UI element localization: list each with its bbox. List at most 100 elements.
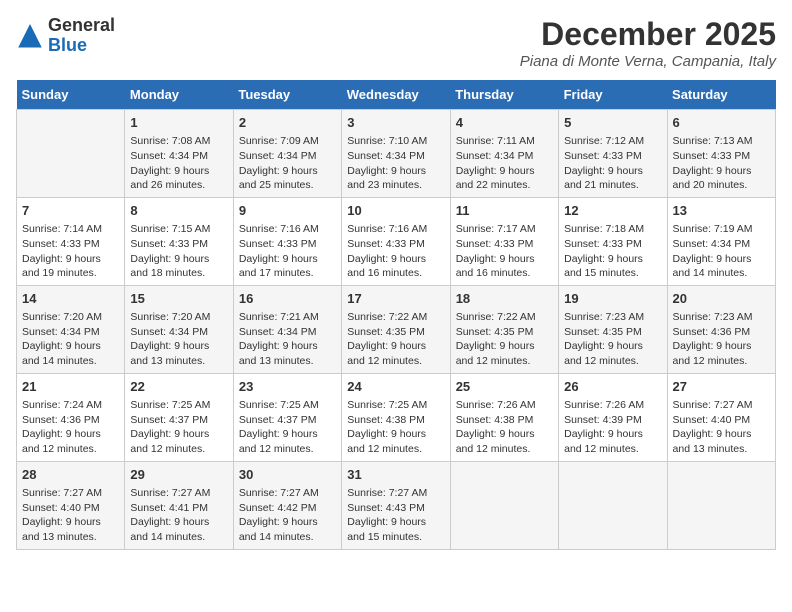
day-info: Sunrise: 7:16 AMSunset: 4:33 PMDaylight:… bbox=[347, 222, 444, 281]
day-info: Sunrise: 7:12 AMSunset: 4:33 PMDaylight:… bbox=[564, 134, 661, 193]
day-number: 8 bbox=[130, 202, 227, 220]
day-info: Sunrise: 7:20 AMSunset: 4:34 PMDaylight:… bbox=[130, 310, 227, 369]
day-number: 16 bbox=[239, 290, 336, 308]
day-info: Sunrise: 7:10 AMSunset: 4:34 PMDaylight:… bbox=[347, 134, 444, 193]
calendar-cell: 1Sunrise: 7:08 AMSunset: 4:34 PMDaylight… bbox=[125, 110, 233, 198]
day-info: Sunrise: 7:19 AMSunset: 4:34 PMDaylight:… bbox=[673, 222, 770, 281]
calendar-cell: 25Sunrise: 7:26 AMSunset: 4:38 PMDayligh… bbox=[450, 373, 558, 461]
day-number: 15 bbox=[130, 290, 227, 308]
calendar-cell: 14 Sunrise: 7:20 AMSunset: 4:34 PMDayligh… bbox=[17, 285, 125, 373]
day-number: 23 bbox=[239, 378, 336, 396]
day-info: Sunrise: 7:17 AMSunset: 4:33 PMDaylight:… bbox=[456, 222, 553, 281]
day-info: Sunrise: 7:27 AMSunset: 4:41 PMDaylight:… bbox=[130, 486, 227, 545]
day-number: 31 bbox=[347, 466, 444, 484]
calendar-cell: 9 Sunrise: 7:16 AMSunset: 4:33 PMDaylight… bbox=[233, 197, 341, 285]
header-thursday: Thursday bbox=[450, 80, 558, 110]
calendar-cell bbox=[17, 110, 125, 198]
day-number: 14 bbox=[22, 290, 119, 308]
day-number: 6 bbox=[673, 114, 770, 132]
calendar-week-1: 1Sunrise: 7:08 AMSunset: 4:34 PMDaylight… bbox=[17, 110, 776, 198]
day-number: 10 bbox=[347, 202, 444, 220]
calendar-cell: 6 Sunrise: 7:13 AMSunset: 4:33 PMDaylight… bbox=[667, 110, 775, 198]
calendar-cell: 21Sunrise: 7:24 AMSunset: 4:36 PMDayligh… bbox=[17, 373, 125, 461]
day-info: Sunrise: 7:16 AMSunset: 4:33 PMDaylight:… bbox=[239, 222, 336, 281]
calendar-cell: 30 Sunrise: 7:27 AMSunset: 4:42 PMDayligh… bbox=[233, 461, 341, 549]
calendar-week-5: 28Sunrise: 7:27 AMSunset: 4:40 PMDayligh… bbox=[17, 461, 776, 549]
logo-blue: Blue bbox=[48, 35, 87, 55]
calendar-cell: 23 Sunrise: 7:25 AMSunset: 4:37 PMDayligh… bbox=[233, 373, 341, 461]
day-info: Sunrise: 7:23 AMSunset: 4:36 PMDaylight:… bbox=[673, 310, 770, 369]
calendar-cell: 29 Sunrise: 7:27 AMSunset: 4:41 PMDayligh… bbox=[125, 461, 233, 549]
day-info: Sunrise: 7:22 AMSunset: 4:35 PMDaylight:… bbox=[456, 310, 553, 369]
day-info: Sunrise: 7:22 AMSunset: 4:35 PMDaylight:… bbox=[347, 310, 444, 369]
calendar-cell: 5Sunrise: 7:12 AMSunset: 4:33 PMDaylight… bbox=[559, 110, 667, 198]
header-sunday: Sunday bbox=[17, 80, 125, 110]
header-friday: Friday bbox=[559, 80, 667, 110]
day-info: Sunrise: 7:26 AMSunset: 4:38 PMDaylight:… bbox=[456, 398, 553, 457]
day-number: 3 bbox=[347, 114, 444, 132]
day-info: Sunrise: 7:20 AMSunset: 4:34 PMDaylight:… bbox=[22, 310, 119, 369]
calendar-cell: 10 Sunrise: 7:16 AMSunset: 4:33 PMDayligh… bbox=[342, 197, 450, 285]
day-number: 21 bbox=[22, 378, 119, 396]
calendar-cell: 11 Sunrise: 7:17 AMSunset: 4:33 PMDayligh… bbox=[450, 197, 558, 285]
day-info: Sunrise: 7:11 AMSunset: 4:34 PMDaylight:… bbox=[456, 134, 553, 193]
day-info: Sunrise: 7:27 AMSunset: 4:42 PMDaylight:… bbox=[239, 486, 336, 545]
calendar-cell: 8 Sunrise: 7:15 AMSunset: 4:33 PMDaylight… bbox=[125, 197, 233, 285]
calendar-cell: 19 Sunrise: 7:23 AMSunset: 4:35 PMDayligh… bbox=[559, 285, 667, 373]
day-number: 20 bbox=[673, 290, 770, 308]
day-info: Sunrise: 7:26 AMSunset: 4:39 PMDaylight:… bbox=[564, 398, 661, 457]
day-number: 19 bbox=[564, 290, 661, 308]
day-info: Sunrise: 7:21 AMSunset: 4:34 PMDaylight:… bbox=[239, 310, 336, 369]
day-info: Sunrise: 7:25 AMSunset: 4:37 PMDaylight:… bbox=[239, 398, 336, 457]
calendar-cell: 12 Sunrise: 7:18 AMSunset: 4:33 PMDayligh… bbox=[559, 197, 667, 285]
header-tuesday: Tuesday bbox=[233, 80, 341, 110]
day-info: Sunrise: 7:13 AMSunset: 4:33 PMDaylight:… bbox=[673, 134, 770, 193]
calendar-cell: 7 Sunrise: 7:14 AMSunset: 4:33 PMDaylight… bbox=[17, 197, 125, 285]
calendar-cell: 15 Sunrise: 7:20 AMSunset: 4:34 PMDayligh… bbox=[125, 285, 233, 373]
calendar-cell: 18Sunrise: 7:22 AMSunset: 4:35 PMDayligh… bbox=[450, 285, 558, 373]
logo-icon bbox=[16, 22, 44, 50]
month-title: December 2025 bbox=[520, 16, 776, 53]
day-number: 7 bbox=[22, 202, 119, 220]
day-number: 13 bbox=[673, 202, 770, 220]
page-header: General Blue December 2025 Piana di Mont… bbox=[16, 16, 776, 70]
logo: General Blue bbox=[16, 16, 115, 56]
calendar-cell bbox=[667, 461, 775, 549]
calendar-cell: 13 Sunrise: 7:19 AMSunset: 4:34 PMDayligh… bbox=[667, 197, 775, 285]
calendar-cell: 22 Sunrise: 7:25 AMSunset: 4:37 PMDayligh… bbox=[125, 373, 233, 461]
day-info: Sunrise: 7:27 AMSunset: 4:43 PMDaylight:… bbox=[347, 486, 444, 545]
day-info: Sunrise: 7:27 AMSunset: 4:40 PMDaylight:… bbox=[673, 398, 770, 457]
day-number: 11 bbox=[456, 202, 553, 220]
day-number: 24 bbox=[347, 378, 444, 396]
day-info: Sunrise: 7:18 AMSunset: 4:33 PMDaylight:… bbox=[564, 222, 661, 281]
calendar-cell: 27Sunrise: 7:27 AMSunset: 4:40 PMDayligh… bbox=[667, 373, 775, 461]
day-number: 22 bbox=[130, 378, 227, 396]
calendar-cell bbox=[559, 461, 667, 549]
calendar-cell: 26 Sunrise: 7:26 AMSunset: 4:39 PMDayligh… bbox=[559, 373, 667, 461]
location: Piana di Monte Verna, Campania, Italy bbox=[520, 53, 776, 70]
day-number: 17 bbox=[347, 290, 444, 308]
calendar-cell bbox=[450, 461, 558, 549]
day-number: 2 bbox=[239, 114, 336, 132]
calendar-cell: 17 Sunrise: 7:22 AMSunset: 4:35 PMDayligh… bbox=[342, 285, 450, 373]
calendar-cell: 20 Sunrise: 7:23 AMSunset: 4:36 PMDayligh… bbox=[667, 285, 775, 373]
day-info: Sunrise: 7:23 AMSunset: 4:35 PMDaylight:… bbox=[564, 310, 661, 369]
day-number: 30 bbox=[239, 466, 336, 484]
calendar-table: SundayMondayTuesdayWednesdayThursdayFrid… bbox=[16, 80, 776, 550]
day-info: Sunrise: 7:09 AMSunset: 4:34 PMDaylight:… bbox=[239, 134, 336, 193]
calendar-header-row: SundayMondayTuesdayWednesdayThursdayFrid… bbox=[17, 80, 776, 110]
day-number: 9 bbox=[239, 202, 336, 220]
day-number: 26 bbox=[564, 378, 661, 396]
calendar-cell: 16 Sunrise: 7:21 AMSunset: 4:34 PMDayligh… bbox=[233, 285, 341, 373]
header-monday: Monday bbox=[125, 80, 233, 110]
day-number: 29 bbox=[130, 466, 227, 484]
calendar-cell: 28Sunrise: 7:27 AMSunset: 4:40 PMDayligh… bbox=[17, 461, 125, 549]
header-saturday: Saturday bbox=[667, 80, 775, 110]
title-area: December 2025 Piana di Monte Verna, Camp… bbox=[520, 16, 776, 70]
day-number: 12 bbox=[564, 202, 661, 220]
day-info: Sunrise: 7:25 AMSunset: 4:37 PMDaylight:… bbox=[130, 398, 227, 457]
day-info: Sunrise: 7:15 AMSunset: 4:33 PMDaylight:… bbox=[130, 222, 227, 281]
calendar-week-3: 14 Sunrise: 7:20 AMSunset: 4:34 PMDayligh… bbox=[17, 285, 776, 373]
day-info: Sunrise: 7:14 AMSunset: 4:33 PMDaylight:… bbox=[22, 222, 119, 281]
day-number: 4 bbox=[456, 114, 553, 132]
